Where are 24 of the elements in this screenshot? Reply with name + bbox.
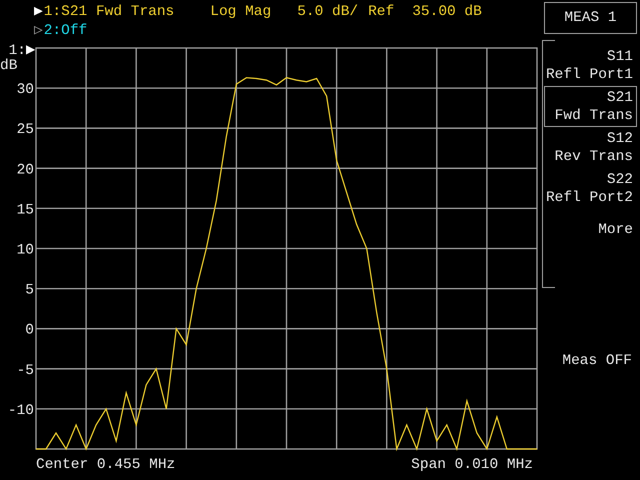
channel-label: 1:S21 Fwd Trans <box>44 4 174 20</box>
reference-marker: ▶ <box>26 42 36 56</box>
channel-marker: ▶ <box>34 3 43 20</box>
y-tick-label: 0 <box>25 322 34 339</box>
y-tick-label: 30 <box>16 82 34 98</box>
y-tick-label: -10 <box>8 402 34 419</box>
channel-marker: ▷ <box>34 22 43 39</box>
channel-label: 2:Off <box>44 22 88 38</box>
ref-value: 35.00 dB <box>412 4 482 20</box>
y-tick-label: 25 <box>16 122 34 138</box>
y-tick-label: 20 <box>16 162 34 178</box>
center-frequency: Center 0.455 MHz <box>36 457 176 473</box>
span-frequency: Span 0.010 MHz <box>411 457 533 473</box>
y-tick-label: 10 <box>16 242 34 258</box>
ref-label: Ref <box>368 4 394 20</box>
scale-label: 5.0 dB/ <box>297 4 358 20</box>
format-label: Log Mag <box>210 4 272 20</box>
y-tick-label: -5 <box>16 362 34 379</box>
unit-label: dB <box>0 58 18 74</box>
softkey[interactable]: S21 Fwd Trans <box>544 86 637 127</box>
menu-title: MEAS 1 <box>544 2 637 34</box>
y-tick-label: 5 <box>25 282 34 299</box>
reference-label: 1: <box>8 43 26 59</box>
y-tick-label: 15 <box>16 202 34 218</box>
